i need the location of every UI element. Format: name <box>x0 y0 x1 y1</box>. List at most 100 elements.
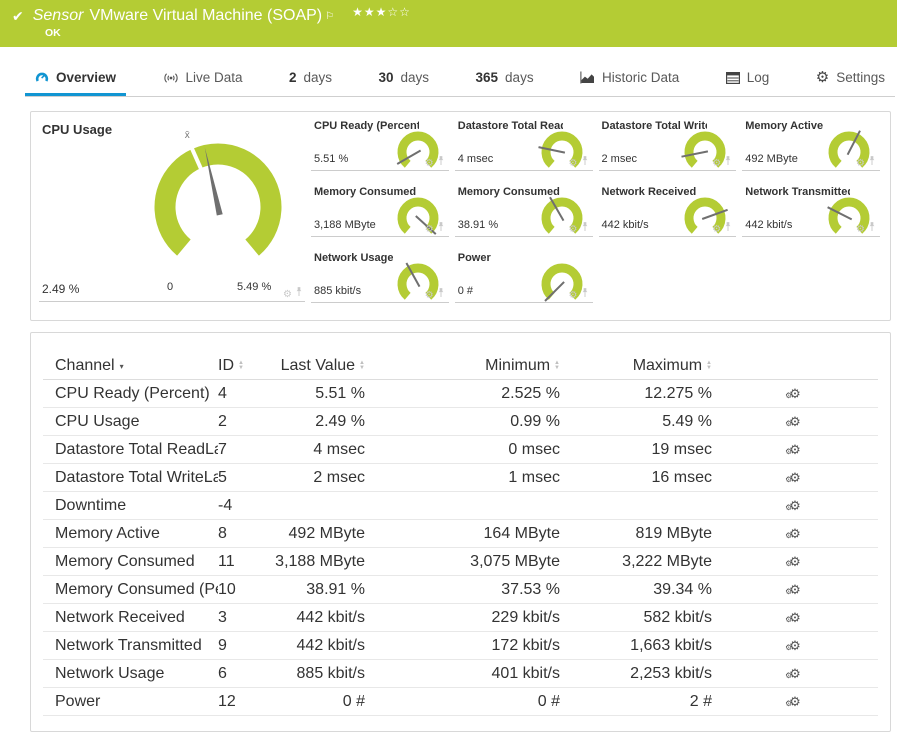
tab-live-data[interactable]: Live Data <box>153 61 253 96</box>
channel-minimum: 164 MByte <box>483 524 560 542</box>
mean-marker-label: x̄ <box>185 130 190 141</box>
gauge-settings-icon[interactable]: ⚙ <box>856 224 865 235</box>
channel-minimum: 1 msec <box>508 468 560 486</box>
channel-settings-icon[interactable]: ⚙ ⚙ <box>785 499 801 512</box>
gauge-settings-icon[interactable]: ⚙ <box>425 224 434 235</box>
table-row: Network Transmitted 9 442 kbit/s 172 kbit/s… <box>43 632 878 660</box>
gauge-pin-icon[interactable] <box>868 156 876 169</box>
channel-settings-icon[interactable]: ⚙ ⚙ <box>785 639 801 652</box>
gauge-settings-icon[interactable]: ⚙ <box>425 290 434 301</box>
gauge-last-value: 4 msec <box>457 153 494 165</box>
tab-label: days <box>303 70 333 85</box>
channel-name[interactable]: CPU Usage <box>43 413 218 431</box>
gauge-pin-icon[interactable] <box>437 156 445 169</box>
gauge-cell: Datastore Total ReadLa...4 msec⚙ <box>453 112 597 178</box>
tab-number: 2 <box>289 70 297 85</box>
channel-name[interactable]: Network Transmitted <box>43 637 218 655</box>
channel-settings-icon[interactable]: ⚙ ⚙ <box>785 667 801 680</box>
column-header-maximum[interactable]: Maximum ▲ ▼ <box>560 357 712 375</box>
gauge-title: Memory Active <box>745 120 824 132</box>
divider <box>598 170 737 171</box>
gauge-last-value: 0 # <box>457 285 474 297</box>
gauge-pin-icon[interactable] <box>295 287 303 300</box>
table-row: CPU Ready (Percent) 4 5.51 % 2.525 % 12.275 … <box>43 380 878 408</box>
tab-historic-data[interactable]: Historic Data <box>570 61 689 96</box>
channel-name[interactable]: Memory Consumed (Per... <box>43 581 218 599</box>
channel-minimum: 172 kbit/s <box>491 636 560 654</box>
channel-name[interactable]: Memory Active <box>43 525 218 543</box>
gauge-settings-icon[interactable]: ⚙ <box>569 224 578 235</box>
gauge-settings-icon[interactable]: ⚙ <box>856 158 865 169</box>
gauge-last-value: 442 kbit/s <box>601 219 649 231</box>
channel-settings-icon[interactable]: ⚙ ⚙ <box>785 527 801 540</box>
tab-settings[interactable]: ⚙ Settings <box>806 61 895 96</box>
gauge-settings-icon[interactable]: ⚙ <box>712 158 721 169</box>
channel-maximum: 5.49 % <box>662 412 712 430</box>
gauge-pin-icon[interactable] <box>724 222 732 235</box>
tab-365-days[interactable]: 365 days <box>466 61 544 96</box>
channel-maximum: 19 msec <box>651 440 712 458</box>
channel-id: 10 <box>218 580 236 598</box>
gauge-settings-icon[interactable]: ⚙ <box>283 289 292 300</box>
gauge-pin-icon[interactable] <box>868 222 876 235</box>
column-header-last-value[interactable]: Last Value ▲ ▼ <box>273 357 365 375</box>
channel-settings-icon[interactable]: ⚙ ⚙ <box>785 583 801 596</box>
tab-label: Historic Data <box>602 70 680 85</box>
tab-2-days[interactable]: 2 days <box>279 61 342 96</box>
tab-number: 30 <box>378 70 394 85</box>
gauge-icon <box>35 71 49 84</box>
channel-last-value: 38.91 % <box>306 580 365 598</box>
channel-settings-icon[interactable]: ⚙ ⚙ <box>785 415 801 428</box>
gauge-pin-icon[interactable] <box>437 288 445 301</box>
channel-settings-icon[interactable]: ⚙ ⚙ <box>785 387 801 400</box>
gauge-title: CPU Usage <box>42 122 113 137</box>
column-header-minimum[interactable]: Minimum ▲ ▼ <box>365 357 560 375</box>
channel-id: 2 <box>218 412 227 430</box>
channel-settings-icon[interactable]: ⚙ ⚙ <box>785 611 801 624</box>
gauge-pin-icon[interactable] <box>581 288 589 301</box>
tab-overview[interactable]: Overview <box>25 61 127 96</box>
tab-30-days[interactable]: 30 days <box>369 61 440 96</box>
tab-log[interactable]: Log <box>716 61 780 96</box>
channel-settings-icon[interactable]: ⚙ ⚙ <box>785 471 801 484</box>
gauge-settings-icon[interactable]: ⚙ <box>712 224 721 235</box>
gauge-cell-cpu-usage: CPU Usage x̄ 2.49 % 0 5.49 % ⚙ <box>37 112 309 310</box>
channel-name[interactable]: Downtime <box>43 497 218 515</box>
channel-name[interactable]: Datastore Total WriteLate... <box>43 469 218 487</box>
channel-id: 12 <box>218 692 236 710</box>
table-row: Datastore Total WriteLate...5 2 msec 1 mse… <box>43 464 878 492</box>
channel-settings-icon[interactable]: ⚙ ⚙ <box>785 443 801 456</box>
channel-last-value: 885 kbit/s <box>296 664 365 682</box>
column-header-channel[interactable]: Channel ▾ <box>43 357 218 375</box>
gauge-pin-icon[interactable] <box>437 222 445 235</box>
gauge-settings-icon[interactable]: ⚙ <box>569 290 578 301</box>
channel-name[interactable]: Network Received <box>43 609 218 627</box>
status-check-icon: ✔ <box>12 7 24 24</box>
channel-name[interactable]: CPU Ready (Percent) <box>43 385 218 403</box>
channel-id: 7 <box>218 440 227 458</box>
tab-number: 365 <box>475 70 499 85</box>
channel-name[interactable]: Memory Consumed <box>43 553 218 571</box>
channel-minimum: 0.99 % <box>510 412 560 430</box>
gauge-pin-icon[interactable] <box>724 156 732 169</box>
gauge-settings-icon[interactable]: ⚙ <box>569 158 578 169</box>
table-row: Network Usage 6 885 kbit/s 401 kbit/s 2,253 … <box>43 660 878 688</box>
gauge-pin-icon[interactable] <box>581 222 589 235</box>
channel-settings-icon[interactable]: ⚙ ⚙ <box>785 555 801 568</box>
gauge-settings-icon[interactable]: ⚙ <box>425 158 434 169</box>
gauge-last-value: 2.49 % <box>42 282 80 296</box>
channel-last-value: 2 msec <box>313 468 365 486</box>
sort-desc-icon: ▾ <box>119 361 124 371</box>
log-icon <box>725 71 740 84</box>
gauge-last-value: 38.91 % <box>457 219 499 231</box>
tab-bar: Overview Live Data 2 days 30 days 365 days Histo… <box>25 47 895 97</box>
channel-name[interactable]: Network Usage <box>43 665 218 683</box>
priority-flag-icon[interactable]: ⚐ <box>325 11 334 22</box>
channel-name[interactable]: Power <box>43 693 218 711</box>
channel-name[interactable]: Datastore Total ReadLate... <box>43 441 218 459</box>
gauge-pin-icon[interactable] <box>581 156 589 169</box>
priority-stars[interactable]: ★★★☆☆ <box>352 5 411 19</box>
channel-settings-icon[interactable]: ⚙ ⚙ <box>785 695 801 708</box>
column-header-id[interactable]: ID ▲ ▼ <box>218 357 273 375</box>
channel-last-value: 5.51 % <box>315 384 365 402</box>
